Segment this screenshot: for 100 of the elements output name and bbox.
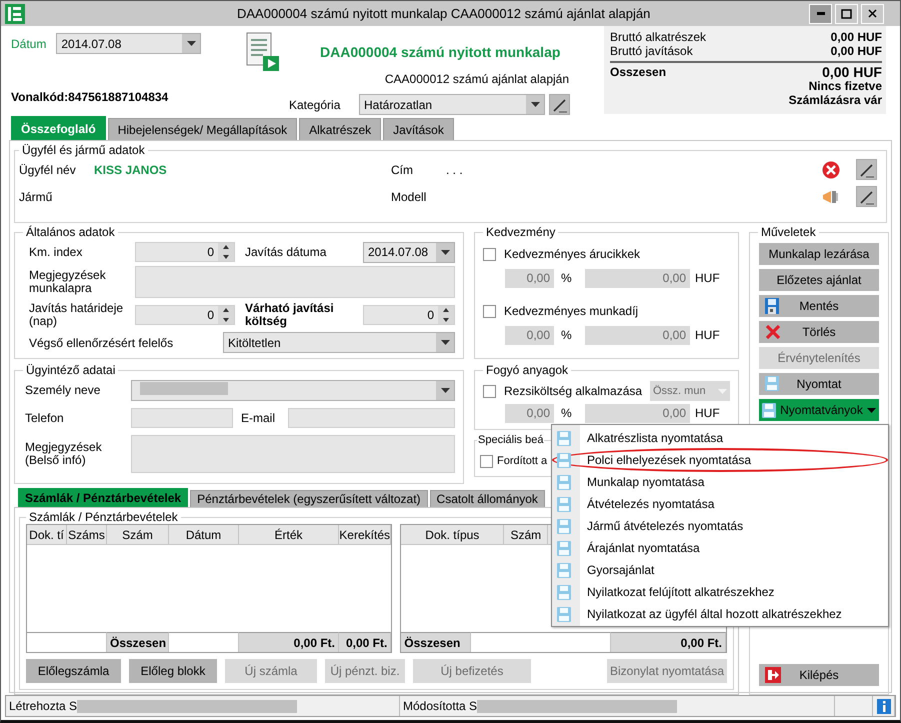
group-title: Általános adatok [25,225,116,239]
person-dropdown[interactable] [131,380,455,400]
number-field[interactable]: 0 [135,242,235,262]
cross-circle-icon [822,160,840,178]
input-field[interactable]: 0,00 [585,268,690,288]
close-button[interactable] [861,4,884,24]
button[interactable]: Előleg blokk [129,659,217,683]
input-field[interactable] [131,408,233,428]
button[interactable]: Munkalap lezárása [759,243,879,265]
number-field[interactable]: 0 [363,305,455,325]
unit-label: HUF [694,271,720,285]
save-icon [765,298,779,314]
total-value: 0,00 HUF [822,65,882,79]
menu-item[interactable]: Árajánlat nyomtatása [552,537,888,559]
tab[interactable]: Pénztárbevételek (egyszerűsített változat) [190,490,428,507]
checkbox[interactable] [483,304,496,318]
button[interactable]: Előzetes ajánlat [759,269,879,291]
tab[interactable]: Alkatrészek [299,118,382,140]
field-label: Jármű [19,190,54,204]
column-header[interactable]: Száms [67,525,107,545]
tab[interactable]: Hibejelenségek/ Megállapítások [108,118,298,140]
spin-arrows-icon [223,308,229,322]
group-title: Ügyfél és jármű adatok [21,143,146,157]
caret-icon [440,388,450,392]
tab[interactable]: Számlák / Pénztárbevételek [18,488,188,507]
close-icon [868,9,877,18]
summary-value: 0,00 HUF [830,30,882,44]
print-icon [557,474,571,490]
menu-item[interactable]: Munkalap nyomtatása [552,471,888,493]
document-icon [246,32,280,72]
checkbox[interactable] [483,248,496,260]
edit-button[interactable] [856,186,877,207]
tab[interactable]: Összefoglaló [11,116,106,140]
minimize-button[interactable] [809,4,832,24]
mode-dropdown[interactable]: Össz. mun [650,381,730,401]
input-field[interactable]: 0,00 [585,404,690,422]
column-header[interactable]: Kerekítés [339,525,392,545]
input-field[interactable] [288,408,455,428]
checkbox[interactable] [483,384,496,398]
column-header[interactable]: Szám [504,525,548,545]
column-header[interactable]: Dok. tí [27,525,67,545]
exit-button[interactable]: Kilépés [759,664,879,686]
field-label: Kategória [289,98,342,112]
date-picker[interactable]: 2014.07.08 [56,33,202,54]
status-text: Módosította S [403,699,478,713]
print-icon [557,518,571,534]
menu-item[interactable]: Gyorsajánlat [552,559,888,581]
menu-button[interactable]: Nyomtatványok [759,399,879,421]
pen-icon [858,162,874,178]
group-title: Műveletek [760,225,817,239]
group-title: Kedvezmény [485,225,556,239]
input-field[interactable]: 0,00 [505,268,554,288]
input-field[interactable]: 0,00 [505,326,554,344]
edit-button[interactable] [856,159,877,180]
column-header[interactable]: Dok. típus [401,525,504,545]
edit-button[interactable] [549,94,570,115]
column-header[interactable]: Érték [239,525,339,545]
field-label: Km. index [29,245,84,259]
caret-icon [718,388,727,394]
group-title: Ügyintéző adatai [25,363,116,377]
table-cell: 0,00 Ft. [339,632,392,652]
dropdown[interactable]: Kitöltetlen [223,332,455,353]
field-label: Javítás dátuma [245,245,328,259]
button[interactable]: Nyomtat [759,373,879,395]
menu-item[interactable]: Polci elhelyezések nyomtatása [552,448,888,472]
date-picker[interactable]: 2014.07.08 [363,242,455,262]
field-label: Dátum [11,36,46,50]
status-text: Számlázásra vár [788,93,882,107]
checkbox-label: Fordított a [497,455,548,467]
number-field[interactable]: 0 [135,305,235,325]
checkbox-label: Rezsiköltség alkalmazása [504,384,642,398]
print-icon [557,430,571,446]
checkbox-label: Kedvezményes árucikkek [504,247,640,261]
menu-item[interactable]: Nyilatkozat az ügyfél által hozott alkatrészekhez [552,603,888,625]
tab[interactable]: Javítások [383,118,454,140]
checkbox[interactable] [480,454,493,468]
column-header[interactable]: Szám [107,525,169,545]
total-label: Osszesen [610,65,666,79]
menu-item[interactable]: Átvételezés nyomtatása [552,493,888,515]
menu-item[interactable]: Alkatrészlista nyomtatása [552,427,888,449]
maximize-button[interactable] [835,4,858,24]
menu-item[interactable]: Jármű átvételezés nyomtatás [552,515,888,537]
caret-icon [440,340,450,345]
maximize-icon [841,8,852,18]
button[interactable]: Előlegszámla [26,659,121,683]
megaphone-icon [822,190,839,204]
input-field[interactable]: 0,00 [585,326,690,344]
delete-icon [765,324,781,340]
button[interactable]: Törlés [759,321,879,343]
caret-icon [186,41,196,46]
field-label: Megjegyzések (Belső infó) [25,441,103,467]
field-label: Várható javítási költség [245,302,335,328]
group-title: Fogyó anyagok [485,363,570,377]
tab[interactable]: Csatolt állományok [430,490,545,507]
menu-item[interactable]: Nyilatkozat felújított alkatrészekhez [552,581,888,603]
input-field[interactable]: 0,00 [505,404,554,422]
column-header[interactable]: Dátum [169,525,239,545]
category-dropdown[interactable]: Határozatlan [359,94,545,115]
unit-label: HUF [694,328,720,342]
button[interactable]: Mentés [759,295,879,317]
